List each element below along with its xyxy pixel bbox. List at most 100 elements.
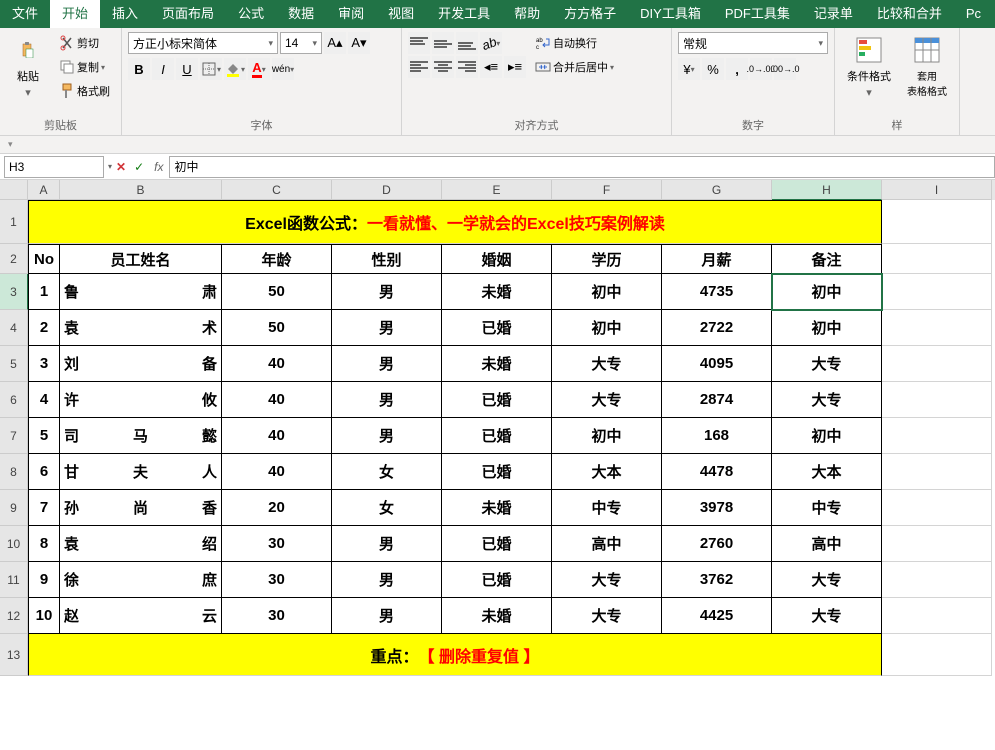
cell-F3[interactable]: 初中 (552, 274, 662, 310)
col-header-C[interactable]: C (222, 180, 332, 200)
header-2[interactable]: 年龄 (222, 244, 332, 274)
cell-F10[interactable]: 高中 (552, 526, 662, 562)
cell-E4[interactable]: 已婚 (442, 310, 552, 346)
select-all-corner[interactable] (0, 180, 28, 200)
cell-D6[interactable]: 男 (332, 382, 442, 418)
cell-B8[interactable]: 甘夫人 (60, 454, 222, 490)
bold-button[interactable]: B (128, 58, 150, 80)
paste-button[interactable]: 粘贴 ▾ (6, 32, 50, 101)
cell-F5[interactable]: 大专 (552, 346, 662, 382)
cell-G11[interactable]: 3762 (662, 562, 772, 598)
row-header-2[interactable]: 2 (0, 244, 28, 274)
cell-I5[interactable] (882, 346, 992, 382)
wrap-text-button[interactable]: abc 自动换行 (530, 32, 619, 54)
fx-icon[interactable]: fx (148, 160, 169, 174)
cell-H8[interactable]: 大本 (772, 454, 882, 490)
row-header-8[interactable]: 8 (0, 454, 28, 490)
font-name-combo[interactable]: 方正小标宋简体 (128, 32, 278, 54)
tab-14[interactable]: 比较和合并 (865, 0, 954, 28)
confirm-button[interactable]: ✓ (130, 160, 148, 174)
cell-I9[interactable] (882, 490, 992, 526)
title-cell[interactable]: Excel函数公式：一看就懂、一学就会的Excel技巧案例解读 (28, 200, 882, 244)
cell-F4[interactable]: 初中 (552, 310, 662, 346)
header-7[interactable]: 备注 (772, 244, 882, 274)
cancel-button[interactable]: ✕ (112, 160, 130, 174)
cell-F6[interactable]: 大专 (552, 382, 662, 418)
row-header-7[interactable]: 7 (0, 418, 28, 454)
cell-H11[interactable]: 大专 (772, 562, 882, 598)
footer-cell[interactable]: 重点：【 删除重复值 】 (28, 634, 882, 676)
cell-C9[interactable]: 20 (222, 490, 332, 526)
font-size-combo[interactable]: 14 (280, 32, 322, 54)
cell-B4[interactable]: 袁术 (60, 310, 222, 346)
formula-input[interactable] (169, 156, 995, 178)
cell-I3[interactable] (882, 274, 992, 310)
align-top-button[interactable] (408, 32, 430, 54)
tab-13[interactable]: 记录单 (802, 0, 865, 28)
tab-2[interactable]: 插入 (100, 0, 150, 28)
cell-I12[interactable] (882, 598, 992, 634)
decrease-indent-button[interactable]: ◂≡ (480, 56, 502, 78)
cell-C8[interactable]: 40 (222, 454, 332, 490)
cell-B11[interactable]: 徐庶 (60, 562, 222, 598)
cell-D10[interactable]: 男 (332, 526, 442, 562)
table-style-button[interactable]: 套用 表格格式 (901, 32, 953, 100)
align-left-button[interactable] (408, 56, 430, 78)
increase-font-button[interactable]: A▴ (324, 32, 346, 54)
format-painter-button[interactable]: 格式刷 (54, 80, 115, 102)
border-button[interactable]: ▾ (200, 58, 222, 80)
cell-H7[interactable]: 初中 (772, 418, 882, 454)
cell-D3[interactable]: 男 (332, 274, 442, 310)
cell-E10[interactable]: 已婚 (442, 526, 552, 562)
underline-button[interactable]: U (176, 58, 198, 80)
cell-I4[interactable] (882, 310, 992, 346)
row-header-3[interactable]: 3 (0, 274, 28, 310)
cell-E12[interactable]: 未婚 (442, 598, 552, 634)
cell-A11[interactable]: 9 (28, 562, 60, 598)
percent-format-button[interactable]: % (702, 58, 724, 80)
cell-F7[interactable]: 初中 (552, 418, 662, 454)
tab-7[interactable]: 视图 (376, 0, 426, 28)
tab-9[interactable]: 帮助 (502, 0, 552, 28)
cell-G5[interactable]: 4095 (662, 346, 772, 382)
cell-G6[interactable]: 2874 (662, 382, 772, 418)
cell-C10[interactable]: 30 (222, 526, 332, 562)
cell-A8[interactable]: 6 (28, 454, 60, 490)
cell-C5[interactable]: 40 (222, 346, 332, 382)
cut-button[interactable]: 剪切 (54, 32, 115, 54)
cells-area[interactable]: Excel函数公式：一看就懂、一学就会的Excel技巧案例解读No员工姓名年龄性… (28, 200, 992, 676)
header-1[interactable]: 员工姓名 (60, 244, 222, 274)
cell-G10[interactable]: 2760 (662, 526, 772, 562)
cell-A5[interactable]: 3 (28, 346, 60, 382)
cell-E8[interactable]: 已婚 (442, 454, 552, 490)
tab-4[interactable]: 公式 (226, 0, 276, 28)
tab-0[interactable]: 文件 (0, 0, 50, 28)
col-header-I[interactable]: I (882, 180, 992, 200)
tab-6[interactable]: 审阅 (326, 0, 376, 28)
cell-G12[interactable]: 4425 (662, 598, 772, 634)
cell-B9[interactable]: 孙尚香 (60, 490, 222, 526)
cell-F9[interactable]: 中专 (552, 490, 662, 526)
cell-B5[interactable]: 刘备 (60, 346, 222, 382)
cell-I6[interactable] (882, 382, 992, 418)
spreadsheet-grid[interactable]: ABCDEFGHI 12345678910111213 Excel函数公式：一看… (0, 180, 995, 745)
cell-G9[interactable]: 3978 (662, 490, 772, 526)
cell-D9[interactable]: 女 (332, 490, 442, 526)
cell-I8[interactable] (882, 454, 992, 490)
row-header-12[interactable]: 12 (0, 598, 28, 634)
align-right-button[interactable] (456, 56, 478, 78)
header-6[interactable]: 月薪 (662, 244, 772, 274)
cell-I10[interactable] (882, 526, 992, 562)
cell-H6[interactable]: 大专 (772, 382, 882, 418)
cell-G3[interactable]: 4735 (662, 274, 772, 310)
cell-E7[interactable]: 已婚 (442, 418, 552, 454)
col-header-D[interactable]: D (332, 180, 442, 200)
cell-E5[interactable]: 未婚 (442, 346, 552, 382)
cell-B3[interactable]: 鲁肃 (60, 274, 222, 310)
align-bottom-button[interactable] (456, 32, 478, 54)
header-3[interactable]: 性别 (332, 244, 442, 274)
col-header-E[interactable]: E (442, 180, 552, 200)
tab-5[interactable]: 数据 (276, 0, 326, 28)
conditional-formatting-button[interactable]: 条件格式 ▾ (841, 32, 897, 101)
comma-format-button[interactable]: , (726, 58, 748, 80)
